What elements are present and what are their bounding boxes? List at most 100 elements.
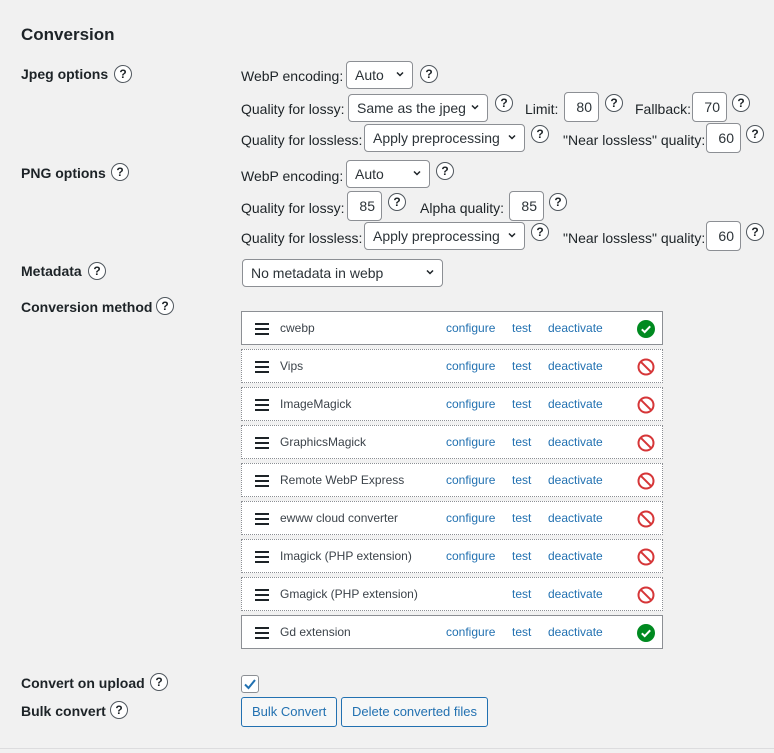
jpeg-webp-encoding-select[interactable]: Auto xyxy=(346,61,413,89)
drag-handle-icon[interactable] xyxy=(255,513,269,525)
png-quality-lossy-input[interactable]: 85 xyxy=(347,191,382,221)
converter-row[interactable]: Remote WebP Express configure test deactiva… xyxy=(241,463,663,497)
deactivate-link[interactable]: deactivate xyxy=(548,549,603,563)
checkmark-icon xyxy=(244,679,256,690)
bulk-convert-help-icon[interactable]: ? xyxy=(110,701,128,719)
drag-handle-icon[interactable] xyxy=(255,589,269,601)
jpeg-quality-lossy-help-icon[interactable]: ? xyxy=(495,94,513,112)
status-unavailable-icon xyxy=(637,586,655,604)
test-link[interactable]: test xyxy=(512,587,531,601)
convert-on-upload-checkbox[interactable] xyxy=(241,675,259,693)
configure-link[interactable]: configure xyxy=(446,397,495,411)
section-title: Conversion xyxy=(21,25,115,44)
converter-row[interactable]: ewww cloud converter configure test deactiv… xyxy=(241,501,663,535)
jpeg-near-lossless-input[interactable]: 60 xyxy=(706,123,741,153)
png-alpha-quality-input[interactable]: 85 xyxy=(509,191,544,221)
configure-link[interactable]: configure xyxy=(446,321,495,335)
test-link[interactable]: test xyxy=(512,549,531,563)
jpeg-quality-lossless-select[interactable]: Apply preprocessing xyxy=(364,124,525,152)
converter-row[interactable]: ImageMagick configure test deactivate xyxy=(241,387,663,421)
jpeg-quality-lossy-select[interactable]: Same as the jpeg xyxy=(348,94,488,122)
drag-handle-icon[interactable] xyxy=(255,399,269,411)
jpeg-limit-input[interactable]: 80 xyxy=(564,92,599,122)
converter-row[interactable]: GraphicsMagick configure test deactivate xyxy=(241,425,663,459)
configure-link[interactable]: configure xyxy=(446,359,495,373)
jpeg-quality-lossless-label: Quality for lossless: xyxy=(241,132,363,148)
png-quality-lossless-value: Apply preprocessing xyxy=(373,228,500,244)
configure-link[interactable]: configure xyxy=(446,473,495,487)
metadata-help-icon[interactable]: ? xyxy=(88,262,106,280)
jpeg-fallback-help-icon[interactable]: ? xyxy=(732,94,750,112)
chevron-down-icon xyxy=(426,269,434,275)
jpeg-options-label: Jpeg options xyxy=(21,66,109,82)
png-quality-lossless-help-icon[interactable]: ? xyxy=(531,223,549,241)
png-webp-encoding-help-icon[interactable]: ? xyxy=(436,162,454,180)
test-link[interactable]: test xyxy=(512,397,531,411)
png-webp-encoding-value: Auto xyxy=(355,166,384,182)
jpeg-fallback-input[interactable]: 70 xyxy=(692,92,727,122)
test-link[interactable]: test xyxy=(512,625,531,639)
deactivate-link[interactable]: deactivate xyxy=(548,435,603,449)
metadata-label: Metadata xyxy=(21,263,82,279)
drag-handle-icon[interactable] xyxy=(255,475,269,487)
test-link[interactable]: test xyxy=(512,511,531,525)
status-ok-icon xyxy=(637,624,655,642)
png-quality-lossless-select[interactable]: Apply preprocessing xyxy=(364,222,525,250)
converter-name: ImageMagick xyxy=(280,397,352,411)
test-link[interactable]: test xyxy=(512,473,531,487)
convert-on-upload-label: Convert on upload xyxy=(21,675,145,691)
png-near-lossless-label: "Near lossless" quality: xyxy=(563,230,706,246)
configure-link[interactable]: configure xyxy=(446,549,495,563)
png-quality-lossless-label: Quality for lossless: xyxy=(241,230,363,246)
drag-handle-icon[interactable] xyxy=(255,437,269,449)
jpeg-quality-lossy-label: Quality for lossy: xyxy=(241,101,345,117)
converter-row[interactable]: Gmagick (PHP extension) test deactivate xyxy=(241,577,663,611)
deactivate-link[interactable]: deactivate xyxy=(548,397,603,411)
png-quality-lossy-help-icon[interactable]: ? xyxy=(388,193,406,211)
png-near-lossless-input[interactable]: 60 xyxy=(706,221,741,251)
deactivate-link[interactable]: deactivate xyxy=(548,511,603,525)
converter-row[interactable]: Vips configure test deactivate xyxy=(241,349,663,383)
png-alpha-quality-help-icon[interactable]: ? xyxy=(549,193,567,211)
png-options-help-icon[interactable]: ? xyxy=(111,163,129,181)
converter-row[interactable]: Gd extension configure test deactivate xyxy=(241,615,663,649)
configure-link[interactable]: configure xyxy=(446,511,495,525)
status-unavailable-icon xyxy=(637,434,655,452)
jpeg-webp-encoding-help-icon[interactable]: ? xyxy=(420,65,438,83)
png-near-lossless-help-icon[interactable]: ? xyxy=(746,223,764,241)
status-unavailable-icon xyxy=(637,358,655,376)
configure-link[interactable]: configure xyxy=(446,435,495,449)
converter-row[interactable]: Imagick (PHP extension) configure test deac… xyxy=(241,539,663,573)
deactivate-link[interactable]: deactivate xyxy=(548,359,603,373)
status-ok-icon xyxy=(637,320,655,338)
png-webp-encoding-select[interactable]: Auto xyxy=(346,160,430,188)
drag-handle-icon[interactable] xyxy=(255,627,269,639)
test-link[interactable]: test xyxy=(512,435,531,449)
deactivate-link[interactable]: deactivate xyxy=(548,587,603,601)
test-link[interactable]: test xyxy=(512,321,531,335)
converter-row[interactable]: cwebp configure test deactivate xyxy=(241,311,663,345)
configure-link[interactable]: configure xyxy=(446,625,495,639)
bulk-convert-button[interactable]: Bulk Convert xyxy=(241,697,338,727)
chevron-down-icon xyxy=(508,232,516,238)
drag-handle-icon[interactable] xyxy=(255,323,269,335)
jpeg-quality-lossy-value: Same as the jpeg xyxy=(357,100,466,116)
png-quality-lossy-label: Quality for lossy: xyxy=(241,200,345,216)
deactivate-link[interactable]: deactivate xyxy=(548,473,603,487)
converter-name: Imagick (PHP extension) xyxy=(280,549,412,563)
drag-handle-icon[interactable] xyxy=(255,551,269,563)
convert-on-upload-help-icon[interactable]: ? xyxy=(150,673,168,691)
png-options-label: PNG options xyxy=(21,165,106,181)
jpeg-options-help-icon[interactable]: ? xyxy=(114,65,132,83)
deactivate-link[interactable]: deactivate xyxy=(548,625,603,639)
jpeg-webp-encoding-value: Auto xyxy=(355,67,384,83)
jpeg-quality-lossless-help-icon[interactable]: ? xyxy=(531,125,549,143)
metadata-select[interactable]: No metadata in webp xyxy=(242,259,443,287)
conversion-method-help-icon[interactable]: ? xyxy=(156,297,174,315)
deactivate-link[interactable]: deactivate xyxy=(548,321,603,335)
delete-converted-files-button[interactable]: Delete converted files xyxy=(341,697,489,727)
drag-handle-icon[interactable] xyxy=(255,361,269,373)
jpeg-near-lossless-help-icon[interactable]: ? xyxy=(746,125,764,143)
test-link[interactable]: test xyxy=(512,359,531,373)
jpeg-limit-help-icon[interactable]: ? xyxy=(605,94,623,112)
